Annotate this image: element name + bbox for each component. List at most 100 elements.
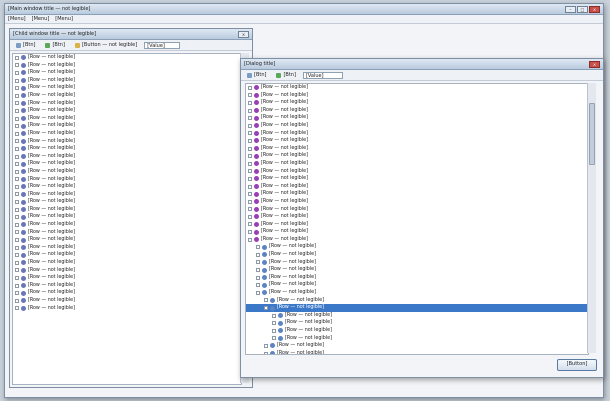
tree-row[interactable]: [Row — not legible] (246, 152, 588, 160)
expand-icon[interactable] (15, 70, 19, 75)
expand-icon[interactable] (248, 169, 252, 174)
tree-row[interactable]: [Row — not legible] (13, 213, 241, 221)
tree-row[interactable]: [Row — not legible] (13, 153, 241, 161)
expand-icon[interactable] (15, 55, 19, 60)
expand-icon[interactable] (15, 131, 19, 136)
tree-row[interactable]: [Row — not legible] (246, 160, 588, 168)
tree-row[interactable]: [Row — not legible] (13, 100, 241, 108)
tree-row[interactable]: [Row — not legible] (13, 115, 241, 123)
tree-row[interactable]: [Row — not legible] (246, 145, 588, 153)
tree-row[interactable]: [Row — not legible] (13, 77, 241, 85)
tree-row[interactable]: [Row — not legible] (246, 221, 588, 229)
dialog-scrollbar-thumb[interactable] (589, 103, 595, 165)
tree-row[interactable]: [Row — not legible] (13, 168, 241, 176)
expand-icon[interactable] (264, 298, 268, 303)
tree-row[interactable]: [Row — not legible] (246, 213, 588, 221)
menu-item[interactable]: [Menu] (32, 16, 50, 22)
expand-icon[interactable] (15, 230, 19, 235)
toolbar-button-2[interactable]: [Btn] (42, 40, 67, 50)
tree-row[interactable]: [Row — not legible] (13, 198, 241, 206)
expand-icon[interactable] (15, 215, 19, 220)
tree-row[interactable]: [Row — not legible] (246, 190, 588, 198)
tree-row[interactable]: [Row — not legible] (246, 342, 588, 350)
expand-icon[interactable] (248, 108, 252, 113)
tree-row[interactable]: [Row — not legible] (13, 236, 241, 244)
expand-icon[interactable] (15, 207, 19, 212)
tree-row[interactable]: [Row — not legible] (13, 289, 241, 297)
tree-row[interactable]: [Row — not legible] (13, 84, 241, 92)
expand-icon[interactable] (248, 85, 252, 90)
expand-icon[interactable] (15, 283, 19, 288)
expand-icon[interactable] (15, 116, 19, 121)
expand-icon[interactable] (272, 321, 276, 326)
expand-icon[interactable] (256, 245, 260, 250)
expand-icon[interactable] (15, 78, 19, 83)
expand-icon[interactable] (15, 93, 19, 98)
tree-row[interactable]: [Row — not legible] (246, 114, 588, 122)
expand-icon[interactable] (248, 184, 252, 189)
tree-row[interactable]: [Row — not legible] (246, 228, 588, 236)
expand-icon[interactable] (15, 177, 19, 182)
tree-row[interactable]: [Row — not legible] (13, 183, 241, 191)
expand-icon[interactable] (15, 101, 19, 106)
expand-icon[interactable] (272, 336, 276, 341)
expand-icon[interactable] (15, 184, 19, 189)
expand-icon[interactable] (256, 283, 260, 288)
expand-icon[interactable] (248, 154, 252, 159)
tree-row[interactable]: [Row — not legible] (246, 206, 588, 214)
tree-row[interactable]: [Row — not legible] (246, 312, 588, 320)
expand-icon[interactable] (264, 343, 268, 348)
dialog-toolbar-button-2[interactable]: [Btn] (273, 70, 298, 80)
expand-icon[interactable] (15, 63, 19, 68)
expand-icon[interactable] (248, 146, 252, 151)
tree-row[interactable]: [Row — not legible] (13, 274, 241, 282)
tree-row[interactable]: [Row — not legible] (246, 319, 588, 327)
dialog-search-input[interactable]: [Value] (302, 71, 343, 79)
tree-row[interactable]: [Row — not legible] (246, 84, 588, 92)
tree-row[interactable]: [Row — not legible] (246, 107, 588, 115)
expand-icon[interactable] (264, 306, 268, 311)
expand-icon[interactable] (248, 100, 252, 105)
expand-icon[interactable] (15, 86, 19, 91)
expand-icon[interactable] (15, 268, 19, 273)
expand-icon[interactable] (15, 154, 19, 159)
expand-icon[interactable] (248, 93, 252, 98)
tree-row[interactable]: [Row — not legible] (13, 229, 241, 237)
expand-icon[interactable] (256, 260, 260, 265)
expand-icon[interactable] (272, 313, 276, 318)
toolbar-button-3[interactable]: [Button — not legible] (72, 40, 140, 50)
tree-row[interactable]: [Row — not legible] (13, 160, 241, 168)
ok-button[interactable]: [Button] (557, 359, 597, 371)
tree-row[interactable]: [Row — not legible] (13, 267, 241, 275)
tree-row[interactable]: [Row — not legible] (246, 175, 588, 183)
expand-icon[interactable] (248, 116, 252, 121)
tree-row[interactable]: [Row — not legible] (246, 122, 588, 130)
toolbar-button-1[interactable]: [Btn] (13, 40, 38, 50)
expand-icon[interactable] (248, 161, 252, 166)
tree-row[interactable]: [Row — not legible] (13, 259, 241, 267)
tree-row[interactable]: [Row — not legible] (246, 168, 588, 176)
tree-row[interactable]: [Row — not legible] (13, 107, 241, 115)
tree-row[interactable]: [Row — not legible] (246, 99, 588, 107)
expand-icon[interactable] (15, 291, 19, 296)
close-icon[interactable]: × (238, 30, 249, 38)
tree-row[interactable]: [Row — not legible] (246, 281, 588, 289)
expand-icon[interactable] (15, 108, 19, 113)
expand-icon[interactable] (15, 276, 19, 281)
expand-icon[interactable] (248, 199, 252, 204)
expand-icon[interactable] (15, 192, 19, 197)
expand-icon[interactable] (15, 306, 19, 311)
expand-icon[interactable] (248, 222, 252, 227)
tree-row[interactable]: [Row — not legible] (246, 327, 588, 335)
expand-icon[interactable] (15, 298, 19, 303)
expand-icon[interactable] (256, 275, 260, 280)
tree-row[interactable]: [Row — not legible] (13, 206, 241, 214)
dialog-vertical-scrollbar[interactable] (587, 83, 596, 353)
expand-icon[interactable] (248, 138, 252, 143)
dialog-toolbar-button-1[interactable]: [Btn] (244, 70, 269, 80)
expand-icon[interactable] (248, 230, 252, 235)
expand-icon[interactable] (15, 238, 19, 243)
tree-row[interactable]: [Row — not legible] (13, 92, 241, 100)
expand-icon[interactable] (15, 169, 19, 174)
tree-row[interactable]: [Row — not legible] (246, 243, 588, 251)
